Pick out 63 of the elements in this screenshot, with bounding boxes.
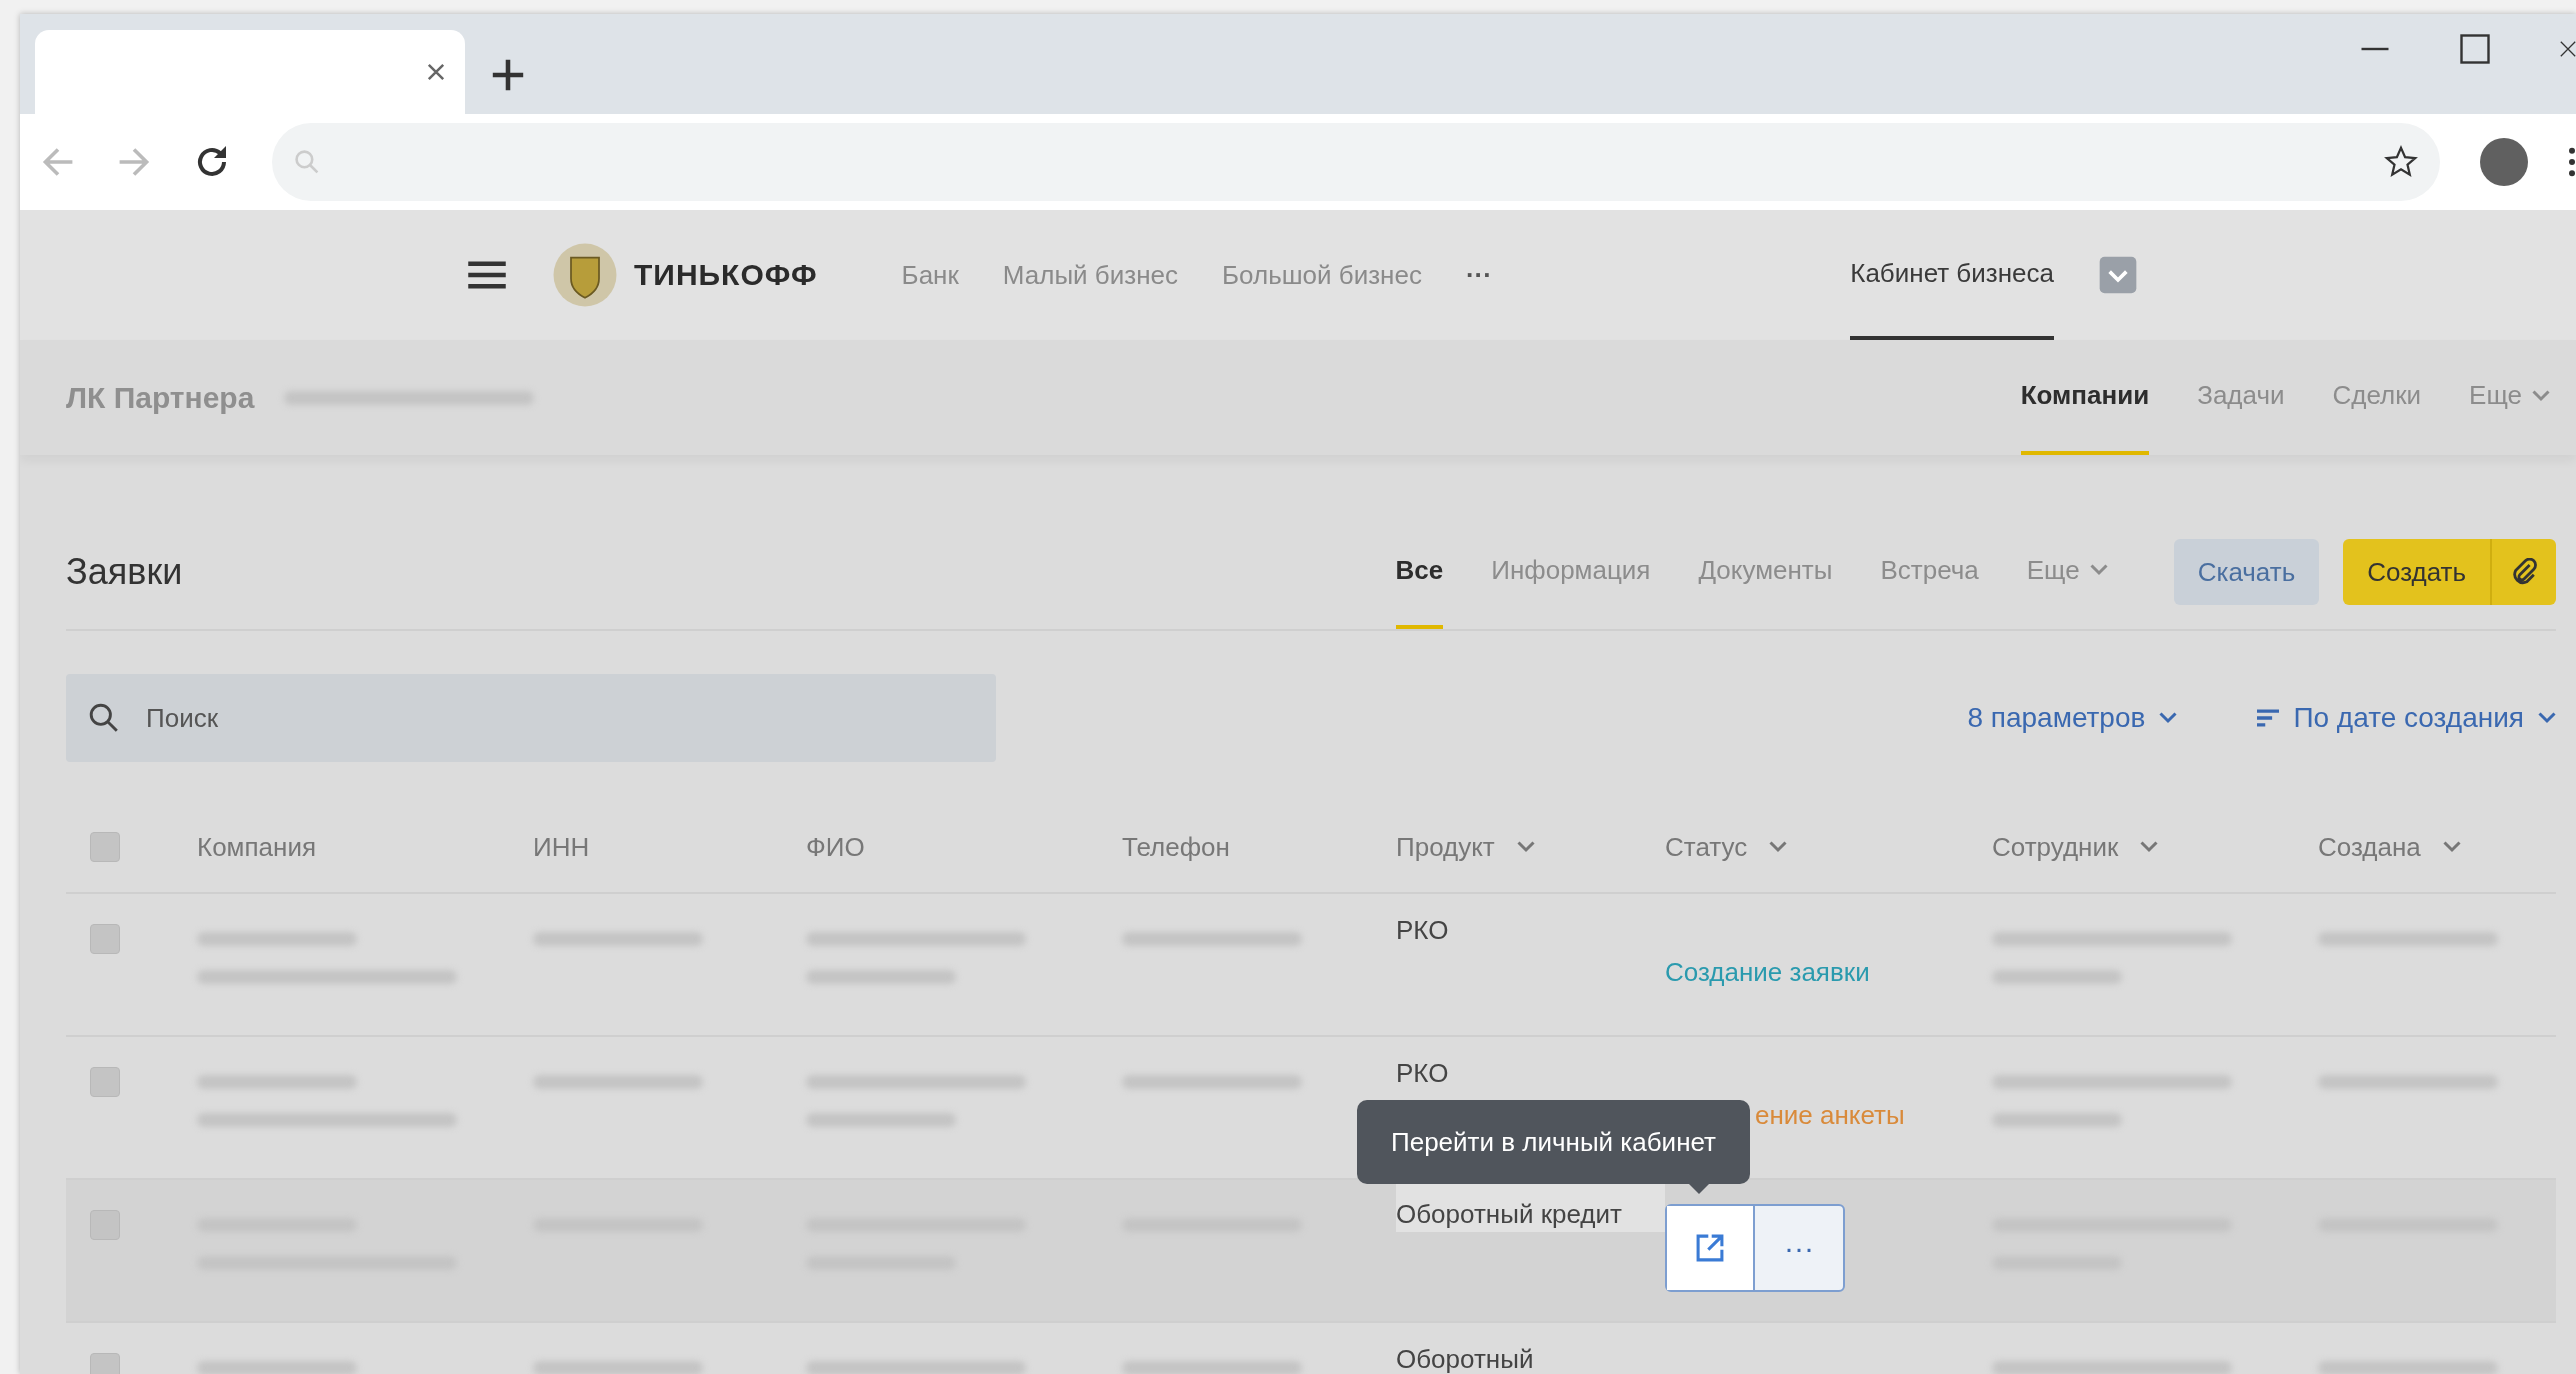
chevron-down-icon xyxy=(2538,712,2556,724)
sort-dropdown[interactable]: По дате создания xyxy=(2257,702,2556,734)
checkbox[interactable] xyxy=(90,1353,120,1374)
nav-tab[interactable]: Сделки xyxy=(2332,340,2422,455)
table-cell: РКО xyxy=(1396,1058,1449,1088)
search-icon xyxy=(88,702,120,734)
star-icon[interactable] xyxy=(2384,145,2418,179)
filter-chevron-icon xyxy=(1769,841,1788,853)
close-icon[interactable] xyxy=(427,63,445,81)
attach-button[interactable] xyxy=(2490,539,2556,605)
filter-chevron-icon xyxy=(2140,841,2159,853)
chevron-down-icon xyxy=(2159,712,2178,724)
more-menu[interactable]: Еще xyxy=(2026,515,2108,629)
search-field[interactable]: Поиск xyxy=(66,674,996,762)
table-cell: Оборотный кредит xyxy=(1396,1199,1622,1229)
more-menu[interactable]: Еще xyxy=(2469,340,2550,455)
table-cell: РКО xyxy=(1396,915,1449,945)
filter-tab[interactable]: Документы xyxy=(1698,515,1833,629)
open-external-button[interactable] xyxy=(1667,1206,1755,1290)
status-text: Создание заявки xyxy=(1665,957,1870,987)
filter-chevron-icon xyxy=(2442,841,2461,853)
column-header: ФИО xyxy=(806,831,865,863)
section-title: Заявки xyxy=(66,551,183,593)
dropdown-icon[interactable] xyxy=(2098,255,2138,295)
nav-link[interactable]: Банк xyxy=(901,259,959,291)
tooltip: Перейти в личный кабинет xyxy=(1357,1100,1750,1184)
filter-chevron-icon xyxy=(1516,841,1535,853)
filter-tab[interactable]: Встреча xyxy=(1880,515,1979,629)
profile-avatar[interactable] xyxy=(2480,138,2528,186)
paperclip-icon xyxy=(2510,558,2538,586)
status-text: ение анкеты xyxy=(1755,1100,1905,1130)
column-header: Компания xyxy=(197,831,316,863)
checkbox[interactable] xyxy=(90,1210,120,1240)
column-header: ИНН xyxy=(533,831,590,863)
menu-icon[interactable] xyxy=(468,260,506,290)
column-header[interactable]: Создана xyxy=(2318,831,2421,863)
checkbox[interactable] xyxy=(90,832,120,862)
tooltip-pointer xyxy=(1687,1182,1711,1194)
nav-tab[interactable]: Компании xyxy=(2020,340,2150,455)
logo-text: ТИНЬКОФФ xyxy=(634,258,818,292)
menu-icon[interactable] xyxy=(2568,147,2576,177)
create-button[interactable]: Создать xyxy=(2343,539,2490,605)
column-header: Телефон xyxy=(1122,831,1230,863)
chevron-down-icon xyxy=(2532,389,2550,402)
filter-tab[interactable]: Информация xyxy=(1491,515,1651,629)
nav-link[interactable]: Малый бизнес xyxy=(1002,259,1178,291)
search-icon xyxy=(294,149,320,175)
chevron-down-icon xyxy=(2089,564,2108,576)
column-header[interactable]: Сотрудник xyxy=(1992,831,2119,863)
partner-title: ЛК Партнера xyxy=(66,380,255,415)
sort-icon xyxy=(2257,708,2280,728)
column-header[interactable]: Статус xyxy=(1665,831,1748,863)
checkbox[interactable] xyxy=(90,1067,120,1097)
nav-tab[interactable]: Задачи xyxy=(2197,340,2285,455)
column-header[interactable]: Продукт xyxy=(1396,831,1495,863)
filter-tab[interactable]: Все xyxy=(1395,515,1444,629)
nav-link[interactable]: Большой бизнес xyxy=(1222,259,1422,291)
table-cell: Оборотный xyxy=(1396,1344,1534,1374)
download-button[interactable]: Скачать xyxy=(2173,539,2320,605)
checkbox[interactable] xyxy=(90,924,120,954)
more-button[interactable]: ··· xyxy=(1465,259,1492,291)
parameters-dropdown[interactable]: 8 параметров xyxy=(1967,702,2178,734)
maximize-icon[interactable] xyxy=(2460,34,2490,64)
